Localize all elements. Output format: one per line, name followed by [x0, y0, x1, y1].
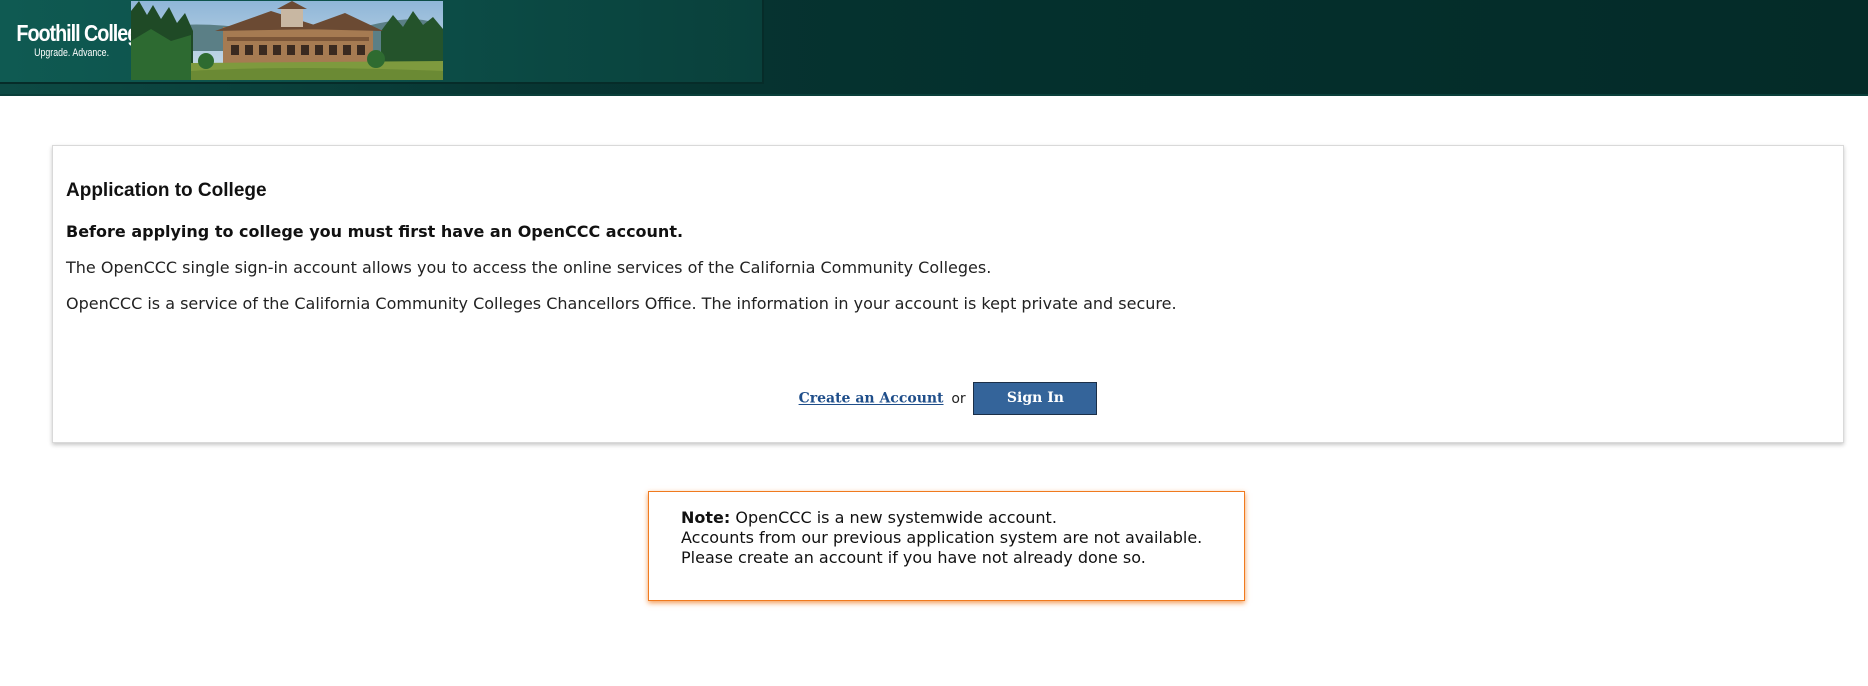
sso-description-text: The OpenCCC single sign-in account allow… [66, 258, 992, 277]
note-box: Note: OpenCCC is a new systemwide accoun… [648, 491, 1245, 601]
note-line-3: Please create an account if you have not… [681, 548, 1146, 567]
note-line-2: Accounts from our previous application s… [681, 528, 1203, 547]
create-account-link[interactable]: Create an Account [799, 391, 944, 407]
or-separator: or [951, 390, 966, 407]
privacy-text: OpenCCC is a service of the California C… [66, 294, 1177, 313]
note-text-1: OpenCCC is a new systemwide account. [735, 508, 1057, 527]
application-card: Application to College Before applying t… [52, 145, 1844, 443]
college-logo[interactable]: Foothill College Upgrade. Advance. [8, 4, 149, 76]
sign-in-button[interactable]: Sign In [973, 382, 1098, 415]
brand-banner: Foothill College Upgrade. Advance. [0, 0, 764, 84]
note-label: Note: [681, 508, 731, 527]
note-line-1: Note: OpenCCC is a new systemwide accoun… [681, 508, 1212, 528]
account-requirement-text: Before applying to college you must firs… [66, 222, 684, 241]
campus-photo [131, 1, 443, 80]
account-actions: Create an Account or Sign In [53, 382, 1843, 415]
logo-name: Foothill College [16, 20, 149, 46]
logo-tagline: Upgrade. Advance. [34, 47, 110, 59]
site-header: Foothill College Upgrade. Advance. [0, 0, 1868, 96]
page-title: Application to College [66, 180, 267, 201]
